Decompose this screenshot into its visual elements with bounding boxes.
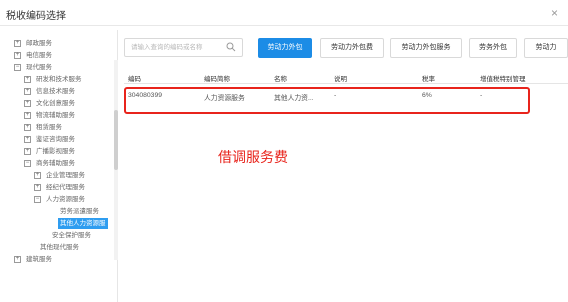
- cell-description: -: [334, 92, 337, 99]
- tree-item-other-hr[interactable]: 其他人力资源服: [58, 218, 108, 229]
- expand-icon[interactable]: +: [24, 135, 31, 143]
- toolbar: 劳动力外包 劳动力外包费 劳动力外包服务 劳务外包 劳动力: [124, 38, 568, 60]
- column-header-short-name: 编码简称: [204, 76, 230, 83]
- column-header-vat-special: 增值税特别管理: [480, 76, 526, 83]
- tree-item-agency[interactable]: + 经纪代理服务: [34, 182, 85, 193]
- tree-label: 其他人力资源服: [60, 220, 106, 227]
- tree-item-modern[interactable]: − 现代服务: [14, 62, 52, 73]
- expand-icon[interactable]: +: [14, 51, 21, 59]
- search-input[interactable]: [125, 39, 225, 56]
- column-header-description: 说明: [334, 76, 347, 83]
- tree-item-labor-dispatch[interactable]: 劳务派遣服务: [60, 206, 99, 217]
- tree-item-culture[interactable]: + 文化创意服务: [24, 98, 75, 109]
- expand-icon[interactable]: +: [24, 147, 31, 155]
- filter-button-labor-outsourcing-fee[interactable]: 劳动力外包费: [320, 38, 384, 58]
- expand-icon[interactable]: +: [14, 255, 21, 263]
- tree-item-telecom[interactable]: + 电信服务: [14, 50, 52, 61]
- expand-icon[interactable]: +: [24, 111, 31, 119]
- table-row[interactable]: 304080399 人力资源服务 其他人力资... - 6% -: [124, 84, 568, 106]
- tree-item-leasing[interactable]: + 租赁服务: [24, 122, 62, 133]
- tree-label: 租赁服务: [36, 124, 62, 131]
- tree-item-consulting[interactable]: + 鉴证咨询服务: [24, 134, 75, 145]
- collapse-icon[interactable]: −: [14, 63, 21, 71]
- tree-item-rd[interactable]: + 研发和技术服务: [24, 74, 82, 85]
- expand-icon[interactable]: +: [34, 171, 41, 179]
- cell-name: 其他人力资...: [274, 95, 314, 102]
- tree-item-other-modern[interactable]: 其他现代服务: [40, 242, 79, 253]
- tree-item-construction[interactable]: + 建筑服务: [14, 254, 52, 265]
- category-tree: + 邮政服务 + 电信服务 − 现代服务 + 研发和技术服务 + 信息技术服务 + 文化创意…: [0, 30, 118, 302]
- tree-label: 信息技术服务: [36, 88, 75, 95]
- column-header-tax-rate: 税率: [422, 76, 435, 83]
- dialog-titlebar: 税收编码选择 ×: [0, 0, 568, 26]
- tree-item-broadcast[interactable]: + 广播影视服务: [24, 146, 75, 157]
- expand-icon[interactable]: +: [24, 75, 31, 83]
- cell-short-name: 人力资源服务: [204, 95, 245, 102]
- tree-item-postal[interactable]: + 邮政服务: [14, 38, 52, 49]
- expand-icon[interactable]: +: [24, 99, 31, 107]
- tree-item-it[interactable]: + 信息技术服务: [24, 86, 75, 97]
- search-icon[interactable]: [226, 42, 236, 52]
- tree-label: 文化创意服务: [36, 100, 75, 107]
- tree-label: 鉴证咨询服务: [36, 136, 75, 143]
- tree-item-business[interactable]: − 商务辅助服务: [24, 158, 75, 169]
- filter-button-labor[interactable]: 劳动力: [524, 38, 568, 58]
- tree-label: 人力资源服务: [46, 196, 85, 203]
- expand-icon[interactable]: +: [34, 183, 41, 191]
- tree-label: 现代服务: [26, 64, 52, 71]
- cell-tax-rate: 6%: [422, 92, 432, 99]
- tree-label: 经纪代理服务: [46, 184, 85, 191]
- table-header: 编码 编码简称 名称 说明 税率 增值税特别管理: [124, 72, 568, 84]
- tree-label: 商务辅助服务: [36, 160, 75, 167]
- annotation-text: 借调服务费: [218, 149, 288, 165]
- tree-label: 安全保护服务: [52, 232, 91, 239]
- collapse-icon[interactable]: −: [34, 195, 41, 203]
- tree-label: 劳务派遣服务: [60, 208, 99, 215]
- tree-label: 研发和技术服务: [36, 76, 82, 83]
- filter-button-service-outsourcing[interactable]: 劳务外包: [469, 38, 517, 58]
- tree-item-security[interactable]: 安全保护服务: [52, 230, 91, 241]
- filter-button-labor-outsourcing-service[interactable]: 劳动力外包服务: [390, 38, 462, 58]
- dialog-title: 税收编码选择: [6, 11, 66, 22]
- column-header-name: 名称: [274, 76, 287, 83]
- tree-item-logistics[interactable]: + 物流辅助服务: [24, 110, 75, 121]
- expand-icon[interactable]: +: [14, 39, 21, 47]
- search-box: [124, 38, 243, 57]
- filter-button-labor-outsourcing[interactable]: 劳动力外包: [258, 38, 312, 58]
- tree-label: 企业管理服务: [46, 172, 85, 179]
- tree-label: 物流辅助服务: [36, 112, 75, 119]
- expand-icon[interactable]: +: [24, 123, 31, 131]
- tree-label: 电信服务: [26, 52, 52, 59]
- expand-icon[interactable]: +: [24, 87, 31, 95]
- tree-label: 其他现代服务: [40, 244, 79, 251]
- tree-item-management[interactable]: + 企业管理服务: [34, 170, 85, 181]
- cell-code: 304080399: [128, 92, 163, 99]
- scrollbar-thumb[interactable]: [114, 110, 118, 170]
- column-header-code: 编码: [128, 76, 141, 83]
- cell-vat-special: -: [480, 92, 483, 99]
- tree-label: 邮政服务: [26, 40, 52, 47]
- tree-label: 建筑服务: [26, 256, 52, 263]
- tree-label: 广播影视服务: [36, 148, 75, 155]
- close-icon[interactable]: ×: [551, 6, 558, 20]
- tree-item-hr[interactable]: − 人力资源服务: [34, 194, 85, 205]
- collapse-icon[interactable]: −: [24, 159, 31, 167]
